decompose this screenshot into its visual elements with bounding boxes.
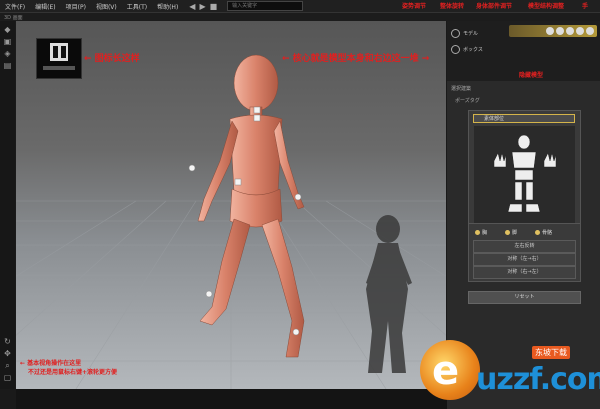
camera-reset-icon[interactable]: ◆ bbox=[3, 25, 12, 34]
visibility-icon[interactable] bbox=[451, 45, 460, 54]
left-hand-icon bbox=[493, 152, 507, 168]
option-chest[interactable]: 胸 bbox=[475, 229, 487, 236]
body-diagram bbox=[493, 134, 557, 213]
torso-part-icon bbox=[511, 151, 537, 169]
structure-icon[interactable] bbox=[576, 27, 584, 35]
view-grid-icon[interactable]: ▤ bbox=[3, 61, 12, 70]
reset-button[interactable]: リセット bbox=[468, 291, 581, 304]
model-toolbar bbox=[509, 25, 597, 37]
annotation-hand: 手 bbox=[582, 3, 589, 10]
menu-help[interactable]: 帮助(H) bbox=[152, 2, 183, 11]
annotation-view-1: ← 基本视角操作在这里 bbox=[20, 360, 82, 367]
menu-file[interactable]: 文件(F) bbox=[0, 2, 30, 11]
section-title: 選択建築 bbox=[451, 86, 472, 92]
rotate-model-icon[interactable] bbox=[556, 27, 564, 35]
pose-icon[interactable] bbox=[546, 27, 554, 35]
hand-icon[interactable] bbox=[586, 27, 594, 35]
back-icon[interactable]: ◀ bbox=[189, 2, 195, 11]
mirror-button[interactable]: 左右反转 bbox=[473, 240, 576, 253]
head-part-icon bbox=[517, 134, 531, 150]
annotation-core: ← 核心就是模型本身和右边这一堆 → bbox=[282, 54, 430, 64]
right-leg-part-icon bbox=[525, 181, 534, 201]
model-shadow bbox=[366, 215, 412, 373]
forward-icon[interactable]: ▶ bbox=[199, 2, 205, 11]
visibility-icon[interactable] bbox=[451, 29, 460, 38]
3d-viewport[interactable]: ← 图标长这样 ← 核心就是模型本身和右边这一堆 → ← 基本视角操作在这里 不… bbox=[16, 21, 446, 389]
annotation-icon: ← 图标长这样 bbox=[84, 54, 140, 64]
body-part-selector bbox=[474, 126, 575, 223]
viewport-tab: 3D 画面 bbox=[0, 13, 600, 21]
tree-item-box[interactable]: ボックス bbox=[451, 43, 509, 56]
view-cube-icon[interactable]: ◈ bbox=[3, 49, 12, 58]
menu-tools[interactable]: 工具(T) bbox=[122, 2, 152, 11]
menu-view[interactable]: 视图(V) bbox=[91, 2, 122, 11]
rotate-icon[interactable]: ↻ bbox=[3, 337, 12, 346]
tree-item-model[interactable]: モデル bbox=[451, 27, 509, 40]
left-foot-part-icon bbox=[507, 203, 523, 213]
option-bones[interactable]: 骨骼 bbox=[535, 229, 552, 236]
annotation-view-2: 不过还是用鼠标右键+滚轮更方便 bbox=[28, 369, 118, 376]
menu-project[interactable]: 项目(P) bbox=[61, 2, 91, 11]
scene-tree: モデル ボックス 隐藏模型 bbox=[447, 21, 600, 81]
symmetry-card: 胸 脚 骨骼 左右反转 对称（左→右） 对称（右→左） bbox=[468, 223, 581, 282]
camera-icon[interactable]: ■ bbox=[210, 2, 218, 11]
search-input[interactable]: 输入关键字 bbox=[227, 1, 304, 11]
annotation-hide-model: 隐藏模型 bbox=[519, 72, 544, 79]
hips-part-icon bbox=[514, 169, 534, 181]
parts-icon[interactable] bbox=[566, 27, 574, 35]
watermark-logo-icon: e bbox=[420, 340, 480, 400]
fit-icon[interactable]: ▢ bbox=[3, 373, 12, 382]
left-toolbar: ◆ ▣ ◈ ▤ ↻ ✥ ⌕ ▢ bbox=[0, 21, 15, 389]
watermark-tag: 东坡下载 bbox=[532, 346, 570, 359]
body-parts-card: 素体部位 bbox=[468, 110, 581, 229]
subsection-title: ポーズタグ bbox=[455, 98, 480, 104]
zoom-icon[interactable]: ⌕ bbox=[3, 361, 12, 370]
menu-edit[interactable]: 编辑(E) bbox=[30, 2, 60, 11]
status-bar bbox=[16, 389, 447, 409]
annotation-rotate: 整体旋转 bbox=[440, 3, 465, 10]
annotation-pose: 姿势调节 bbox=[402, 3, 427, 10]
annotation-parts: 身体部件调节 bbox=[476, 3, 513, 10]
app-logo-icon bbox=[43, 43, 75, 70]
symmetry-left-right-button[interactable]: 对称（左→右） bbox=[473, 253, 576, 266]
view-front-icon[interactable]: ▣ bbox=[3, 37, 12, 46]
annotation-structure: 模型结构调整 bbox=[528, 3, 565, 10]
card-header[interactable]: 素体部位 bbox=[473, 114, 575, 123]
right-hand-icon bbox=[543, 152, 557, 168]
watermark: e uzzf.com 东坡下载 bbox=[420, 340, 600, 402]
symmetry-right-left-button[interactable]: 对称（右→左） bbox=[473, 266, 576, 279]
mannequin-figure bbox=[197, 54, 305, 358]
viewport-tab-label: 3D 画面 bbox=[4, 15, 23, 21]
left-leg-part-icon bbox=[514, 181, 523, 201]
pan-icon[interactable]: ✥ bbox=[3, 349, 12, 358]
option-legs[interactable]: 脚 bbox=[505, 229, 517, 236]
right-foot-part-icon bbox=[525, 203, 541, 213]
watermark-text: uzzf.com bbox=[476, 362, 600, 397]
app-icon-sample bbox=[36, 38, 82, 79]
